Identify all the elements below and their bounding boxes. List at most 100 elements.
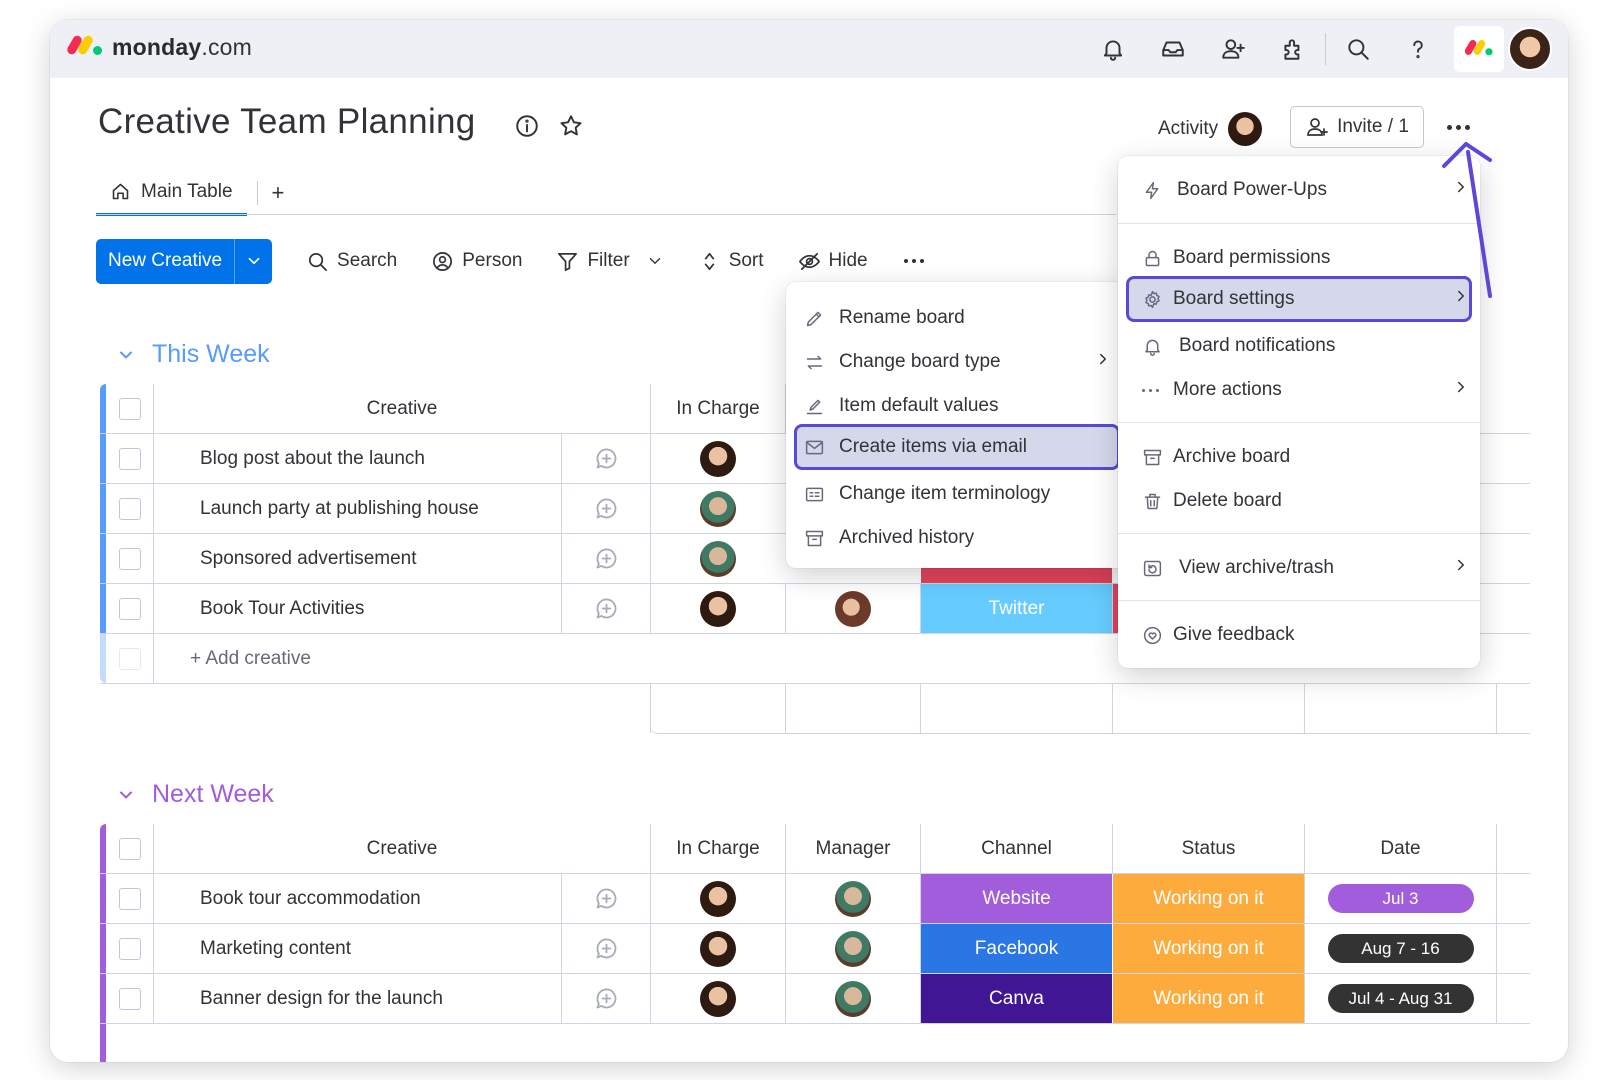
group-header-this-week[interactable]: This Week <box>116 340 270 369</box>
menu-item-board-power-ups[interactable]: Board Power-Ups <box>1142 170 1480 210</box>
person-avatar[interactable] <box>700 590 736 627</box>
board-title[interactable]: Creative Team Planning <box>98 102 476 142</box>
column-header-manager[interactable]: Manager <box>785 824 920 873</box>
item-name[interactable]: Launch party at publishing house <box>153 484 561 533</box>
menu-item-board-notifications[interactable]: Board notifications <box>1142 326 1335 366</box>
search-icon[interactable] <box>1328 20 1388 78</box>
activity-button[interactable]: Activity <box>1158 112 1263 146</box>
person-avatar[interactable] <box>700 490 736 527</box>
group-title[interactable]: This Week <box>152 340 270 369</box>
row-checkbox[interactable] <box>118 497 141 520</box>
menu-item-view-archive-trash[interactable]: View archive/trash <box>1142 548 1480 588</box>
item-name[interactable]: Blog post about the launch <box>153 434 561 483</box>
collapse-chevron-icon[interactable] <box>116 785 136 805</box>
row-checkbox[interactable] <box>118 447 141 470</box>
row-checkbox[interactable] <box>118 887 141 910</box>
item-name[interactable]: Sponsored advertisement <box>153 534 561 583</box>
add-update-icon[interactable] <box>561 434 650 483</box>
table-row[interactable]: Marketing content Facebook Working on it… <box>100 924 1530 974</box>
menu-item-rename-board[interactable]: Rename board <box>804 298 965 338</box>
column-header-in-charge[interactable]: In Charge <box>650 384 785 433</box>
filter-button[interactable]: Filter <box>556 250 630 273</box>
select-all-checkbox[interactable] <box>118 837 141 860</box>
status-cell[interactable]: Working on it <box>1112 974 1304 1023</box>
add-update-icon[interactable] <box>561 534 650 583</box>
filter-dropdown-icon[interactable] <box>646 252 664 270</box>
table-row[interactable]: Book tour accommodation Website Working … <box>100 874 1530 924</box>
menu-item-give-feedback[interactable]: Give feedback <box>1142 615 1294 655</box>
new-item-dropdown-icon[interactable] <box>234 238 272 284</box>
person-avatar[interactable] <box>700 880 736 917</box>
person-avatar[interactable] <box>700 930 736 967</box>
person-avatar[interactable] <box>700 440 736 477</box>
person-avatar[interactable] <box>700 540 736 577</box>
column-header-item[interactable]: Creative <box>153 384 650 433</box>
column-header-status[interactable]: Status <box>1112 824 1304 873</box>
column-header-item[interactable]: Creative <box>153 824 650 873</box>
add-update-icon[interactable] <box>561 484 650 533</box>
menu-item-archive-board[interactable]: Archive board <box>1142 437 1290 477</box>
item-name[interactable]: Banner design for the launch <box>153 974 561 1023</box>
row-checkbox[interactable] <box>118 937 141 960</box>
channel-cell[interactable]: Canva <box>920 974 1112 1023</box>
add-update-icon[interactable] <box>561 974 650 1023</box>
item-name[interactable]: Marketing content <box>153 924 561 973</box>
menu-item-archived-history[interactable]: Archived history <box>804 518 974 558</box>
row-checkbox[interactable] <box>118 987 141 1010</box>
apps-icon[interactable] <box>1263 20 1323 78</box>
menu-item-delete-board[interactable]: Delete board <box>1142 481 1282 521</box>
row-checkbox[interactable] <box>118 597 141 620</box>
add-update-icon[interactable] <box>561 874 650 923</box>
info-icon[interactable] <box>513 112 541 140</box>
date-pill[interactable]: Jul 3 <box>1327 884 1474 913</box>
menu-item-change-board-type[interactable]: Change board type <box>804 342 1130 382</box>
status-cell[interactable]: Working on it <box>1112 924 1304 973</box>
column-header-in-charge[interactable]: In Charge <box>650 824 785 873</box>
manager-avatar[interactable] <box>835 930 871 967</box>
add-update-icon[interactable] <box>561 924 650 973</box>
monday-logo[interactable]: monday.com <box>65 32 252 62</box>
sort-button[interactable]: Sort <box>698 250 764 273</box>
channel-cell[interactable]: Twitter <box>920 584 1112 633</box>
item-name[interactable]: Book tour accommodation <box>153 874 561 923</box>
collapse-chevron-icon[interactable] <box>116 345 136 365</box>
person-avatar[interactable] <box>700 980 736 1017</box>
invite-button[interactable]: Invite / 1 <box>1290 106 1424 148</box>
column-header-date[interactable]: Date <box>1304 824 1496 873</box>
new-item-button[interactable]: New Creative <box>96 238 273 284</box>
date-pill[interactable]: Aug 7 - 16 <box>1327 934 1474 963</box>
channel-cell[interactable]: Facebook <box>920 924 1112 973</box>
tab-main-table[interactable]: Main Table <box>96 170 247 216</box>
inbox-icon[interactable] <box>1143 20 1203 78</box>
add-view-button[interactable]: + <box>268 180 289 206</box>
person-filter-button[interactable]: Person <box>431 250 522 273</box>
hide-button[interactable]: Hide <box>798 250 868 273</box>
manager-avatar[interactable] <box>835 880 871 917</box>
item-name[interactable]: Book Tour Activities <box>153 584 561 633</box>
select-all-checkbox[interactable] <box>118 397 141 420</box>
menu-item-more-actions[interactable]: More actions <box>1142 370 1480 410</box>
star-icon[interactable] <box>557 112 585 140</box>
channel-cell[interactable]: Website <box>920 874 1112 923</box>
help-icon[interactable] <box>1388 20 1448 78</box>
search-button[interactable]: Search <box>306 250 397 273</box>
menu-item-change-terminology[interactable]: Change item terminology <box>804 474 1050 514</box>
manager-avatar[interactable] <box>835 590 871 627</box>
menu-item-create-items-via-email[interactable]: Create items via email <box>804 427 1027 467</box>
new-item-label[interactable]: New Creative <box>96 239 234 284</box>
table-row[interactable]: Banner design for the launch Canva Worki… <box>100 974 1530 1024</box>
user-avatar[interactable] <box>1508 27 1552 71</box>
row-checkbox[interactable] <box>118 547 141 570</box>
menu-item-board-permissions[interactable]: Board permissions <box>1142 238 1330 278</box>
menu-item-default-values[interactable]: Item default values <box>804 386 998 426</box>
status-cell[interactable]: Working on it <box>1112 874 1304 923</box>
group-title[interactable]: Next Week <box>152 780 274 809</box>
column-header-channel[interactable]: Channel <box>920 824 1112 873</box>
manager-avatar[interactable] <box>835 980 871 1017</box>
menu-item-board-settings[interactable]: Board settings <box>1142 279 1480 319</box>
workspace-switcher-logo[interactable] <box>1454 26 1504 72</box>
invite-members-icon[interactable] <box>1203 20 1263 78</box>
group-header-next-week[interactable]: Next Week <box>116 780 274 809</box>
toolbar-more-button[interactable] <box>903 259 924 263</box>
date-pill[interactable]: Jul 4 - Aug 31 <box>1327 984 1474 1013</box>
